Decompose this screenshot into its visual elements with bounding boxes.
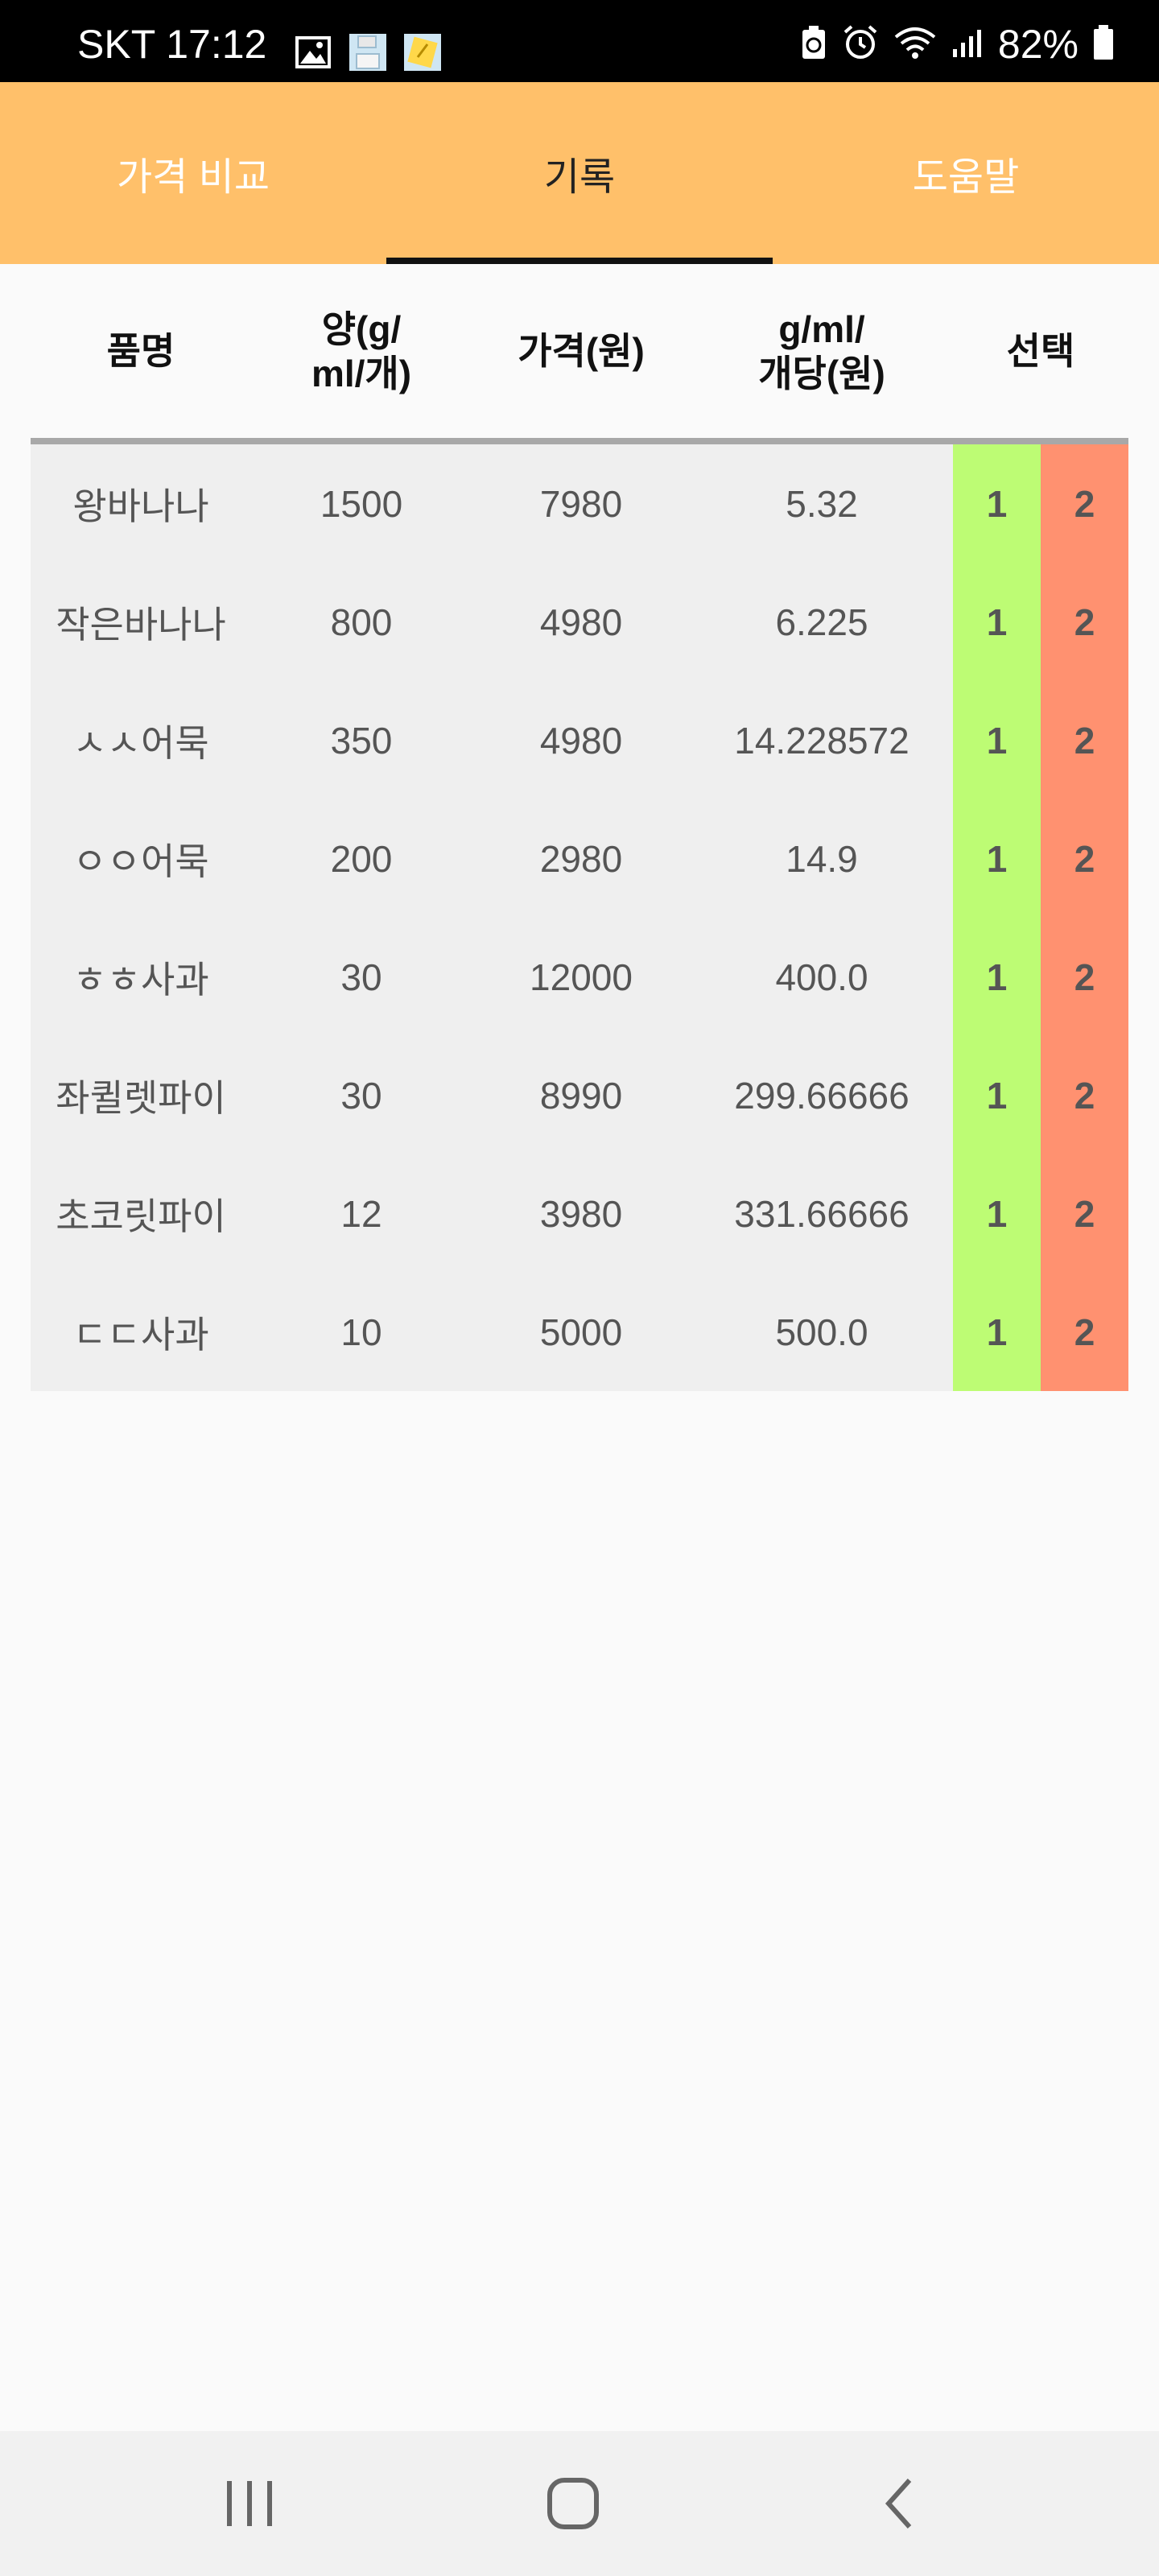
select-1-button[interactable]: 1 — [953, 1154, 1041, 1273]
cell-price: 3980 — [539, 1192, 623, 1235]
cell-name: 초코릿파이 — [56, 1195, 226, 1237]
tab-label: 기록 — [543, 156, 616, 199]
cell-name: ㄷㄷ사과 — [72, 1313, 209, 1356]
tab-help[interactable]: 도움말 — [773, 82, 1159, 264]
cell-price: 12000 — [530, 956, 633, 998]
cell-unit-price: 14.9 — [786, 837, 858, 880]
cell-quantity: 30 — [340, 1074, 382, 1117]
table-row: ㄷㄷ사과 10 5000 500.0 1 2 — [31, 1273, 1128, 1391]
history-table: 품명 양(g/ ml/개) 가격(원) g/ml/ 개당(원) 선택 왕바나나 … — [31, 266, 1128, 1391]
tab-price-compare[interactable]: 가격 비교 — [0, 82, 386, 264]
battery-percent: 82% — [997, 22, 1079, 67]
select-2-button[interactable]: 2 — [1041, 1273, 1128, 1391]
status-bar: SKT 17:12 82% — [0, 0, 1159, 82]
table-row: ㅎㅎ사과 30 12000 400.0 1 2 — [31, 918, 1128, 1036]
header-price: 가격(원) — [518, 330, 645, 373]
cell-price: 4980 — [539, 719, 623, 762]
table-row: 초코릿파이 12 3980 331.66666 1 2 — [31, 1154, 1128, 1273]
select-1-button[interactable]: 1 — [953, 918, 1041, 1036]
alarm-icon — [842, 24, 879, 64]
select-2-button[interactable]: 2 — [1041, 918, 1128, 1036]
cell-name: 작은바나나 — [56, 603, 226, 646]
cell-price: 5000 — [539, 1311, 623, 1353]
select-2-button[interactable]: 2 — [1041, 799, 1128, 918]
table-row: ㅇㅇ어묵 200 2980 14.9 1 2 — [31, 799, 1128, 918]
cell-quantity: 800 — [330, 601, 393, 643]
cell-unit-price: 400.0 — [775, 956, 868, 998]
carrier-time: SKT 17:12 — [77, 22, 267, 67]
tab-label: 가격 비교 — [117, 156, 270, 199]
table-row: 왕바나나 1500 7980 5.32 1 2 — [31, 444, 1128, 563]
cell-name: 왕바나나 — [72, 485, 209, 527]
cell-price: 2980 — [539, 837, 623, 880]
cell-unit-price: 500.0 — [775, 1311, 868, 1353]
tab-label: 도움말 — [912, 156, 1020, 199]
navigation-bar — [0, 2431, 1159, 2576]
cell-price: 7980 — [539, 482, 623, 525]
tab-history[interactable]: 기록 — [386, 82, 773, 264]
table-header: 품명 양(g/ ml/개) 가격(원) g/ml/ 개당(원) 선택 — [31, 266, 1128, 444]
cell-price: 4980 — [539, 601, 623, 643]
recent-apps-icon[interactable] — [169, 2431, 330, 2576]
cell-quantity: 350 — [330, 719, 393, 762]
memo-icon — [402, 32, 443, 72]
header-unit-price: g/ml/ 개당(원) — [758, 308, 885, 394]
header-name: 품명 — [106, 330, 175, 373]
back-icon[interactable] — [818, 2431, 979, 2576]
save-icon — [348, 32, 388, 72]
select-2-button[interactable]: 2 — [1041, 681, 1128, 799]
battery-saver-icon — [800, 25, 827, 64]
select-2-button[interactable]: 2 — [1041, 563, 1128, 681]
cell-name: ㅅㅅ어묵 — [72, 721, 209, 764]
cell-quantity: 10 — [340, 1311, 382, 1353]
home-icon[interactable] — [493, 2431, 654, 2576]
active-tab-indicator — [386, 258, 773, 264]
header-quantity: 양(g/ ml/개) — [311, 308, 412, 394]
cell-unit-price: 14.228572 — [734, 719, 909, 762]
table-row: ㅅㅅ어묵 350 4980 14.228572 1 2 — [31, 681, 1128, 799]
cell-name: 좌퀼렛파이 — [56, 1076, 226, 1119]
select-1-button[interactable]: 1 — [953, 563, 1041, 681]
select-2-button[interactable]: 2 — [1041, 1036, 1128, 1154]
select-1-button[interactable]: 1 — [953, 444, 1041, 563]
cell-price: 8990 — [539, 1074, 623, 1117]
cell-quantity: 30 — [340, 956, 382, 998]
table-body: 왕바나나 1500 7980 5.32 1 2 작은바나나 800 4980 6… — [31, 444, 1128, 1391]
cell-name: ㅎㅎ사과 — [72, 958, 209, 1001]
signal-icon — [951, 27, 984, 62]
select-1-button[interactable]: 1 — [953, 1036, 1041, 1154]
select-1-button[interactable]: 1 — [953, 799, 1041, 918]
image-icon — [293, 32, 333, 72]
table-row: 작은바나나 800 4980 6.225 1 2 — [31, 563, 1128, 681]
wifi-icon — [893, 26, 937, 63]
select-2-button[interactable]: 2 — [1041, 444, 1128, 563]
cell-quantity: 200 — [330, 837, 393, 880]
select-1-button[interactable]: 1 — [953, 1273, 1041, 1391]
select-1-button[interactable]: 1 — [953, 681, 1041, 799]
cell-unit-price: 331.66666 — [734, 1192, 909, 1235]
cell-name: ㅇㅇ어묵 — [72, 840, 209, 882]
cell-unit-price: 299.66666 — [734, 1074, 909, 1117]
select-2-button[interactable]: 2 — [1041, 1154, 1128, 1273]
tab-bar: 가격 비교 기록 도움말 — [0, 82, 1159, 264]
cell-quantity: 12 — [340, 1192, 382, 1235]
battery-icon — [1093, 25, 1114, 64]
cell-unit-price: 5.32 — [786, 482, 858, 525]
cell-unit-price: 6.225 — [775, 601, 868, 643]
header-select: 선택 — [1006, 330, 1075, 373]
cell-quantity: 1500 — [320, 482, 403, 525]
table-row: 좌퀼렛파이 30 8990 299.66666 1 2 — [31, 1036, 1128, 1154]
